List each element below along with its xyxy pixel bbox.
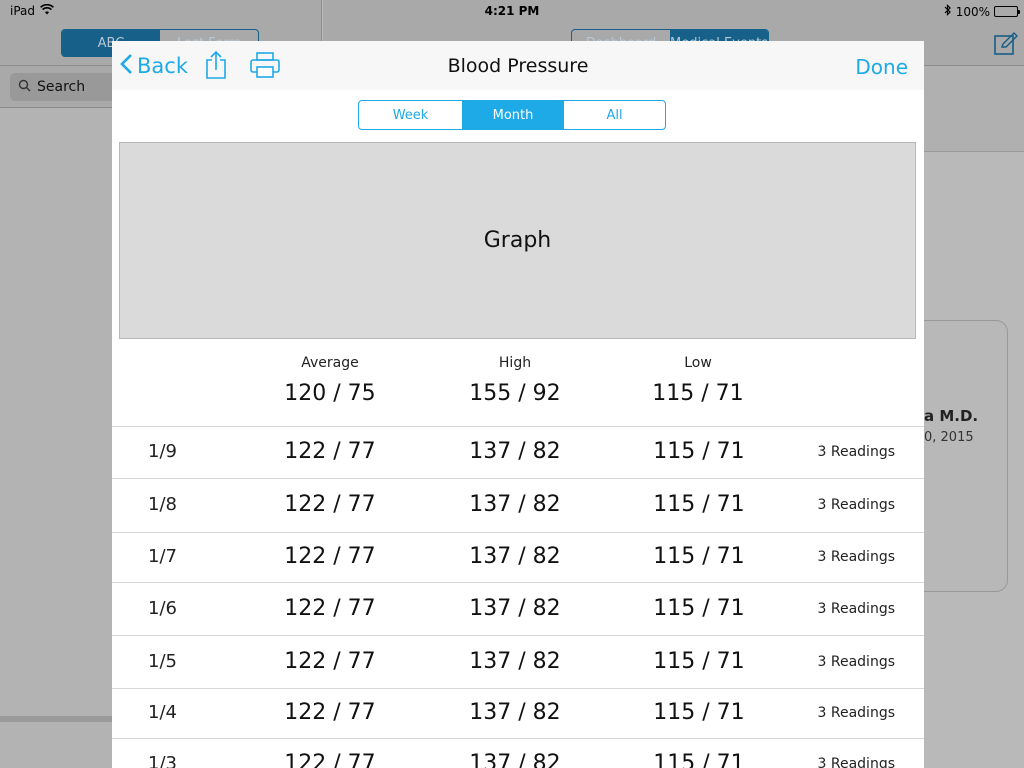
row-readings-count: 3 Readings bbox=[817, 654, 895, 670]
table-row[interactable]: 1/9 122 / 77 137 / 82 115 / 71 3 Reading… bbox=[112, 426, 924, 478]
row-high: 137 / 82 bbox=[469, 596, 561, 621]
row-low: 115 / 71 bbox=[653, 544, 745, 569]
row-average: 122 / 77 bbox=[284, 751, 376, 768]
table-row[interactable]: 1/6 122 / 77 137 / 82 115 / 71 3 Reading… bbox=[112, 582, 924, 635]
row-high: 137 / 82 bbox=[469, 649, 561, 674]
tab-month[interactable]: Month bbox=[463, 101, 564, 129]
row-low: 115 / 71 bbox=[653, 492, 745, 517]
search-icon bbox=[18, 79, 31, 96]
bg-card-name: a M.D. bbox=[924, 407, 979, 425]
bg-card-date: 0, 2015 bbox=[924, 430, 974, 445]
row-low: 115 / 71 bbox=[653, 751, 745, 768]
row-high: 137 / 82 bbox=[469, 700, 561, 725]
row-average: 122 / 77 bbox=[284, 596, 376, 621]
row-low: 115 / 71 bbox=[653, 596, 745, 621]
row-average: 122 / 77 bbox=[284, 439, 376, 464]
search-placeholder: Search bbox=[37, 79, 86, 95]
row-average: 122 / 77 bbox=[284, 544, 376, 569]
bluetooth-icon bbox=[944, 4, 952, 19]
status-right: 100% bbox=[944, 4, 1020, 19]
graph-label: Graph bbox=[483, 228, 552, 253]
row-readings-count: 3 Readings bbox=[817, 705, 895, 721]
row-low: 115 / 71 bbox=[653, 649, 745, 674]
row-low: 115 / 71 bbox=[653, 700, 745, 725]
status-time: 4:21 PM bbox=[484, 4, 540, 18]
summary-average-label: Average bbox=[301, 355, 359, 371]
modal-navbar: Back Blood Pressure Done bbox=[112, 41, 924, 90]
row-date: 1/5 bbox=[148, 651, 177, 672]
status-bar: iPad 4:21 PM 100% bbox=[0, 0, 1024, 22]
row-date: 1/3 bbox=[148, 753, 177, 768]
bg-bottom-bar bbox=[0, 716, 112, 722]
summary-high-label: High bbox=[498, 355, 532, 371]
row-high: 137 / 82 bbox=[469, 492, 561, 517]
battery-icon bbox=[994, 6, 1020, 17]
table-row[interactable]: 1/3 122 / 77 137 / 82 115 / 71 3 Reading… bbox=[112, 738, 924, 768]
tab-all[interactable]: All bbox=[564, 101, 665, 129]
table-row[interactable]: 1/8 122 / 77 137 / 82 115 / 71 3 Reading… bbox=[112, 478, 924, 532]
row-date: 1/9 bbox=[148, 441, 177, 462]
row-average: 122 / 77 bbox=[284, 700, 376, 725]
battery-percent: 100% bbox=[955, 4, 990, 19]
row-readings-count: 3 Readings bbox=[817, 601, 895, 617]
done-button[interactable]: Done bbox=[855, 55, 908, 79]
summary-low-label: Low bbox=[684, 355, 712, 371]
tab-week[interactable]: Week bbox=[359, 101, 463, 129]
table-row[interactable]: 1/4 122 / 77 137 / 82 115 / 71 3 Reading… bbox=[112, 688, 924, 738]
compose-icon bbox=[994, 32, 1018, 60]
row-readings-count: 3 Readings bbox=[817, 497, 895, 513]
row-average: 122 / 77 bbox=[284, 649, 376, 674]
row-date: 1/6 bbox=[148, 598, 177, 619]
row-date: 1/8 bbox=[148, 494, 177, 515]
row-readings-count: 3 Readings bbox=[817, 549, 895, 565]
row-date: 1/4 bbox=[148, 702, 177, 723]
blood-pressure-modal: Back Blood Pressure Done Week Month All … bbox=[112, 41, 924, 768]
summary-high-value: 155 / 92 bbox=[469, 381, 561, 406]
row-date: 1/7 bbox=[148, 546, 177, 567]
table-row[interactable]: 1/5 122 / 77 137 / 82 115 / 71 3 Reading… bbox=[112, 635, 924, 688]
summary-low-value: 115 / 71 bbox=[652, 381, 744, 406]
row-high: 137 / 82 bbox=[469, 439, 561, 464]
summary-average-value: 120 / 75 bbox=[284, 381, 376, 406]
row-low: 115 / 71 bbox=[653, 439, 745, 464]
graph-placeholder: Graph bbox=[119, 142, 916, 339]
row-average: 122 / 77 bbox=[284, 492, 376, 517]
row-high: 137 / 82 bbox=[469, 751, 561, 768]
modal-title: Blood Pressure bbox=[447, 55, 589, 77]
table-row[interactable]: 1/7 122 / 77 137 / 82 115 / 71 3 Reading… bbox=[112, 532, 924, 582]
row-readings-count: 3 Readings bbox=[817, 756, 895, 768]
row-readings-count: 3 Readings bbox=[817, 444, 895, 460]
row-high: 137 / 82 bbox=[469, 544, 561, 569]
readings-list: 1/9 122 / 77 137 / 82 115 / 71 3 Reading… bbox=[112, 426, 924, 768]
period-segmented-control: Week Month All bbox=[358, 100, 666, 130]
